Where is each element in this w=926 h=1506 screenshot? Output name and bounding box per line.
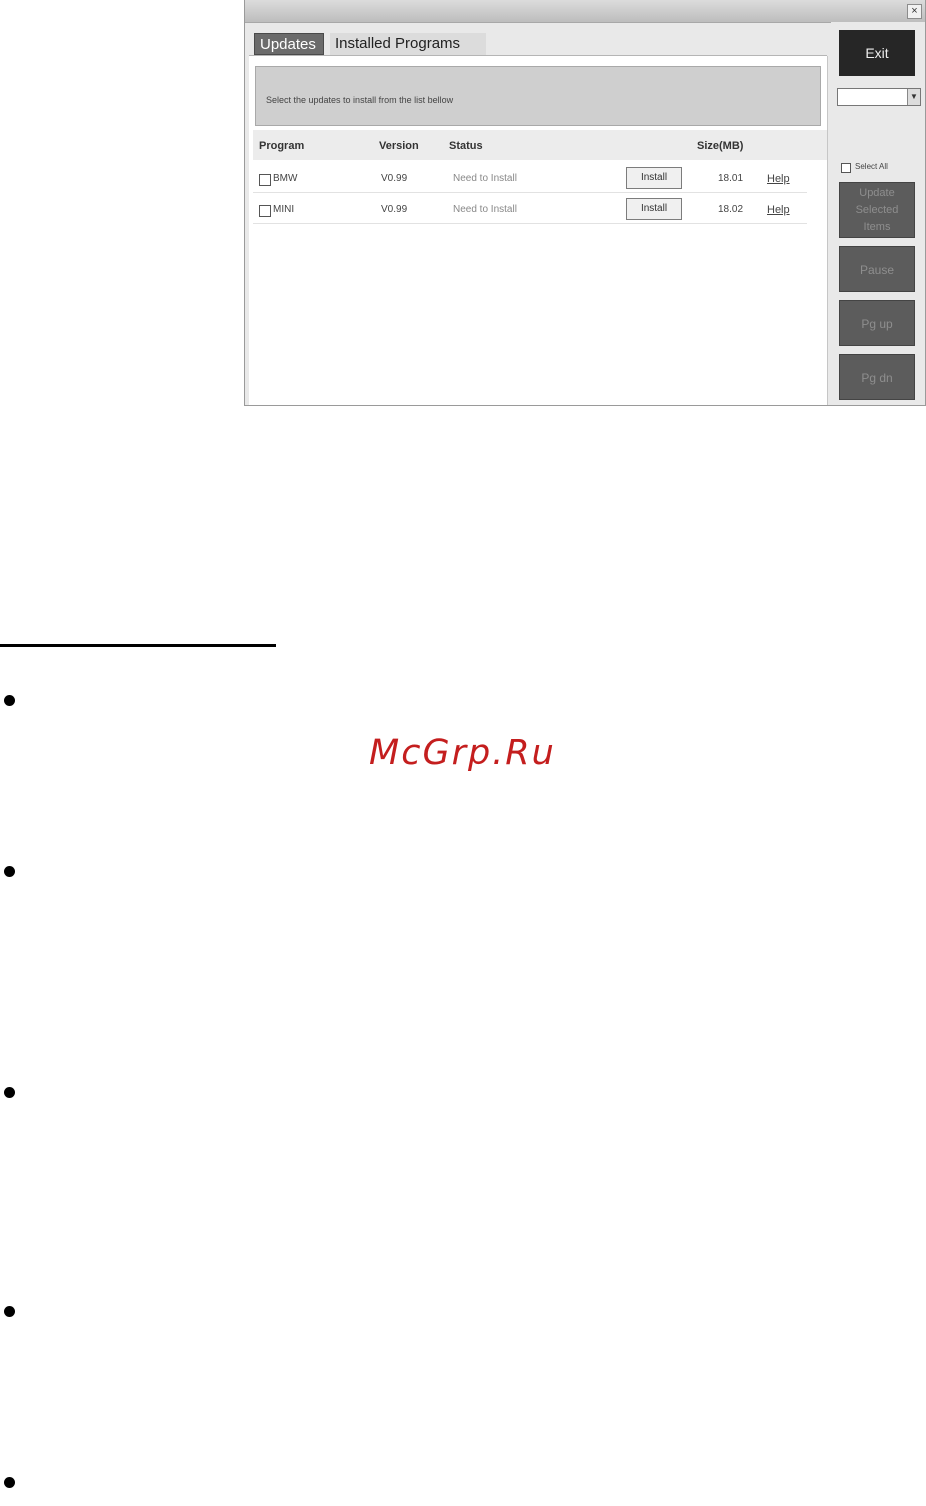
- software-update-window: × Updates Installed Programs Select the …: [244, 0, 926, 406]
- size-value: 18.01: [718, 173, 744, 184]
- page-up-button[interactable]: Pg up: [839, 300, 915, 346]
- table-row: MINI V0.99 Need to Install Install 18.02…: [253, 193, 807, 224]
- instruction-text: Select the updates to install from the l…: [266, 95, 454, 105]
- bullet-icon: [4, 695, 15, 706]
- watermark: McGrp.Ru: [369, 733, 556, 773]
- install-button[interactable]: Install: [626, 198, 682, 220]
- pause-button[interactable]: Pause: [839, 246, 915, 292]
- row-checkbox[interactable]: [259, 174, 271, 186]
- install-button[interactable]: Install: [626, 167, 682, 189]
- column-header-program: Program: [259, 140, 305, 152]
- instruction-box: Select the updates to install from the l…: [255, 66, 821, 126]
- column-header-size: Size(MB): [697, 140, 744, 152]
- table-header: Program Version Status Size(MB): [253, 130, 827, 160]
- program-name: MINI: [273, 204, 295, 215]
- help-link[interactable]: Help: [767, 204, 790, 216]
- help-link[interactable]: Help: [767, 173, 790, 185]
- status-value: Need to Install: [453, 173, 517, 184]
- table-row: BMW V0.99 Need to Install Install 18.01 …: [253, 162, 807, 193]
- column-header-version: Version: [379, 140, 419, 152]
- select-all-label: Select All: [855, 162, 888, 171]
- title-bar: ×: [245, 0, 925, 23]
- program-name: BMW: [273, 173, 298, 184]
- tab-updates[interactable]: Updates: [254, 33, 324, 55]
- dropdown-select[interactable]: ▼: [837, 88, 921, 106]
- page-down-button[interactable]: Pg dn: [839, 354, 915, 400]
- select-all-checkbox[interactable]: [841, 163, 851, 173]
- column-header-status: Status: [449, 140, 483, 152]
- version-value: V0.99: [381, 173, 408, 184]
- version-value: V0.99: [381, 204, 408, 215]
- chevron-down-icon[interactable]: ▼: [907, 89, 920, 105]
- bullet-icon: [4, 1087, 15, 1098]
- tab-installed-programs[interactable]: Installed Programs: [330, 33, 486, 55]
- bullet-icon: [4, 1306, 15, 1317]
- action-sidebar: Exit ▼ Select All Update Selected Items …: [831, 22, 925, 405]
- size-value: 18.02: [718, 204, 744, 215]
- section-rule: [0, 644, 276, 647]
- exit-button[interactable]: Exit: [839, 30, 915, 76]
- bullet-icon: [4, 1477, 15, 1488]
- close-icon[interactable]: ×: [907, 4, 922, 19]
- update-selected-items-button[interactable]: Update Selected Items: [839, 182, 915, 238]
- row-checkbox[interactable]: [259, 205, 271, 217]
- updates-panel: Select the updates to install from the l…: [249, 56, 828, 405]
- bullet-icon: [4, 866, 15, 877]
- status-value: Need to Install: [453, 204, 517, 215]
